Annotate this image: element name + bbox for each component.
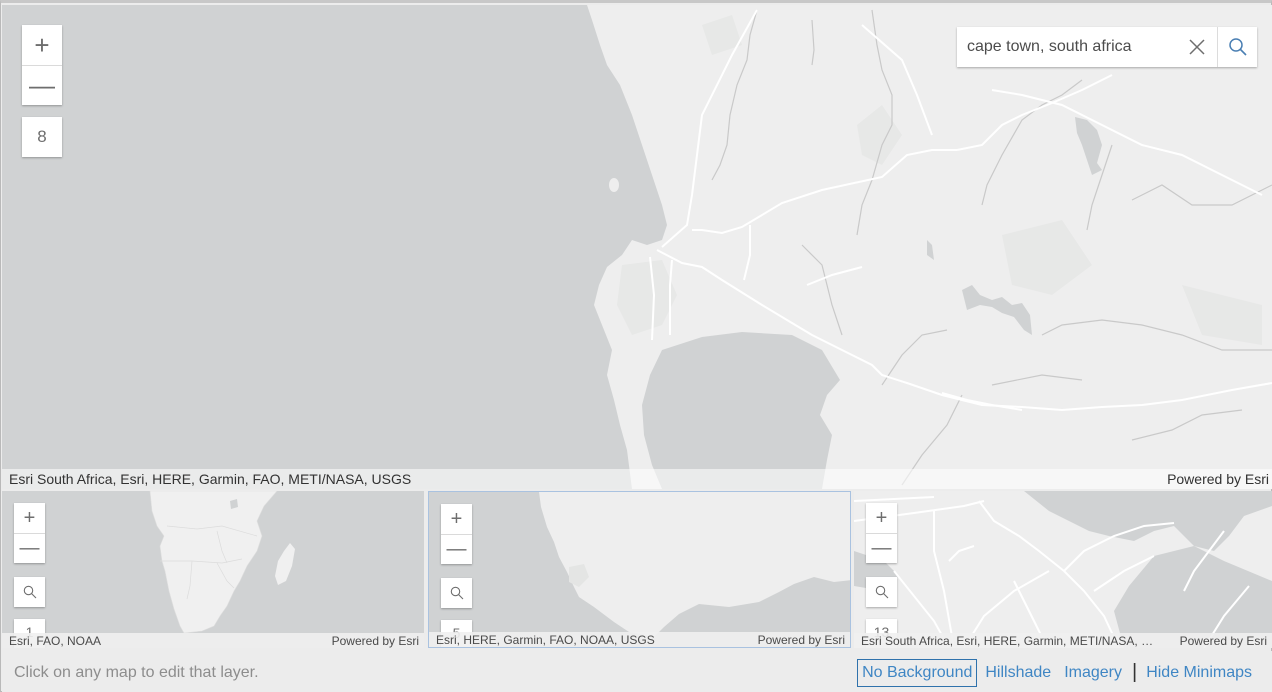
- minimap-city-search-button[interactable]: [866, 577, 897, 607]
- minimap-region-attribution: Esri, HERE, Garmin, FAO, NOAA, USGS Powe…: [429, 632, 850, 647]
- false-bay: [642, 332, 840, 489]
- robben-island: [609, 178, 619, 192]
- search-icon: [450, 586, 463, 600]
- search-icon: [1228, 38, 1247, 56]
- search-icon: [875, 585, 888, 599]
- hide-minimaps-link[interactable]: Hide Minimaps: [1141, 660, 1257, 686]
- minimap-city-attribution: Esri South Africa, Esri, HERE, Garmin, M…: [854, 633, 1272, 648]
- no-background-option[interactable]: No Background: [857, 658, 978, 687]
- minimap-region-basemap: [429, 492, 850, 647]
- minimap-region-zoom-in-button[interactable]: +: [441, 504, 472, 534]
- separator: |: [1131, 661, 1138, 683]
- atlantic-ocean: [2, 5, 667, 489]
- minimap-world-attribution: Esri, FAO, NOAA Powered by Esri: [2, 633, 424, 648]
- footer-bar: Click on any map to edit that layer. No …: [2, 651, 1272, 692]
- powered-by-link[interactable]: Powered by Esri: [758, 633, 845, 647]
- hillshade-option[interactable]: Hillshade: [980, 660, 1056, 686]
- powered-by-link[interactable]: Powered by Esri: [1180, 634, 1267, 648]
- imagery-option[interactable]: Imagery: [1059, 660, 1127, 686]
- search-widget: [957, 27, 1257, 67]
- minimap-city-zoom-controls: + —: [866, 503, 897, 563]
- zoom-in-button[interactable]: +: [22, 25, 62, 65]
- attribution-text: Esri, FAO, NOAA: [9, 633, 102, 648]
- zoom-out-button[interactable]: —: [22, 65, 62, 105]
- zoom-level-indicator: 8: [22, 117, 62, 157]
- powered-by-link[interactable]: Powered by Esri: [332, 634, 419, 648]
- minimap-city-zoom-out-button[interactable]: —: [866, 533, 897, 563]
- minimap-world-zoom-out-button[interactable]: —: [14, 533, 45, 563]
- background-options: No Background Hillshade Imagery | Hide M…: [857, 658, 1260, 687]
- minimap-world-basemap: [2, 491, 424, 648]
- minimap-world[interactable]: + — 1 Esri, FAO, NOAA Powered by Esri: [2, 491, 424, 648]
- minimap-world-zoom-in-button[interactable]: +: [14, 503, 45, 533]
- map-editor-frame: + — 8 Esri South Africa, Esri, HERE, Gar…: [0, 0, 1272, 692]
- main-map-basemap: [2, 5, 1272, 489]
- zoom-controls: + —: [22, 25, 62, 105]
- minimap-region[interactable]: + — 5 Esri, HERE, Garmin, FAO, NOAA, USG…: [428, 491, 851, 648]
- minimap-world-search-button[interactable]: [14, 577, 45, 607]
- attribution-text: Esri, HERE, Garmin, FAO, NOAA, USGS: [436, 632, 655, 647]
- search-button[interactable]: [1217, 27, 1257, 67]
- minimap-city-basemap: [854, 491, 1272, 648]
- close-icon: [1189, 39, 1205, 55]
- clear-search-button[interactable]: [1177, 27, 1217, 67]
- attribution-text: Esri South Africa, Esri, HERE, Garmin, M…: [861, 633, 1154, 648]
- minimap-city[interactable]: + — 13 Esri South Africa, Esri, HERE, Ga…: [854, 491, 1272, 648]
- search-icon: [23, 585, 36, 599]
- main-map[interactable]: + — 8 Esri South Africa, Esri, HERE, Gar…: [2, 5, 1272, 489]
- attribution-bar: Esri South Africa, Esri, HERE, Garmin, F…: [2, 469, 1272, 489]
- powered-by-link[interactable]: Powered by Esri: [1167, 471, 1269, 487]
- minimap-city-zoom-in-button[interactable]: +: [866, 503, 897, 533]
- minimap-region-zoom-controls: + —: [441, 504, 472, 564]
- minimap-world-zoom-controls: + —: [14, 503, 45, 563]
- attribution-text: Esri South Africa, Esri, HERE, Garmin, F…: [9, 471, 412, 487]
- edit-hint-text: Click on any map to edit that layer.: [14, 663, 259, 681]
- search-input[interactable]: [957, 27, 1177, 67]
- minimap-region-search-button[interactable]: [441, 578, 472, 608]
- minimap-region-zoom-out-button[interactable]: —: [441, 534, 472, 564]
